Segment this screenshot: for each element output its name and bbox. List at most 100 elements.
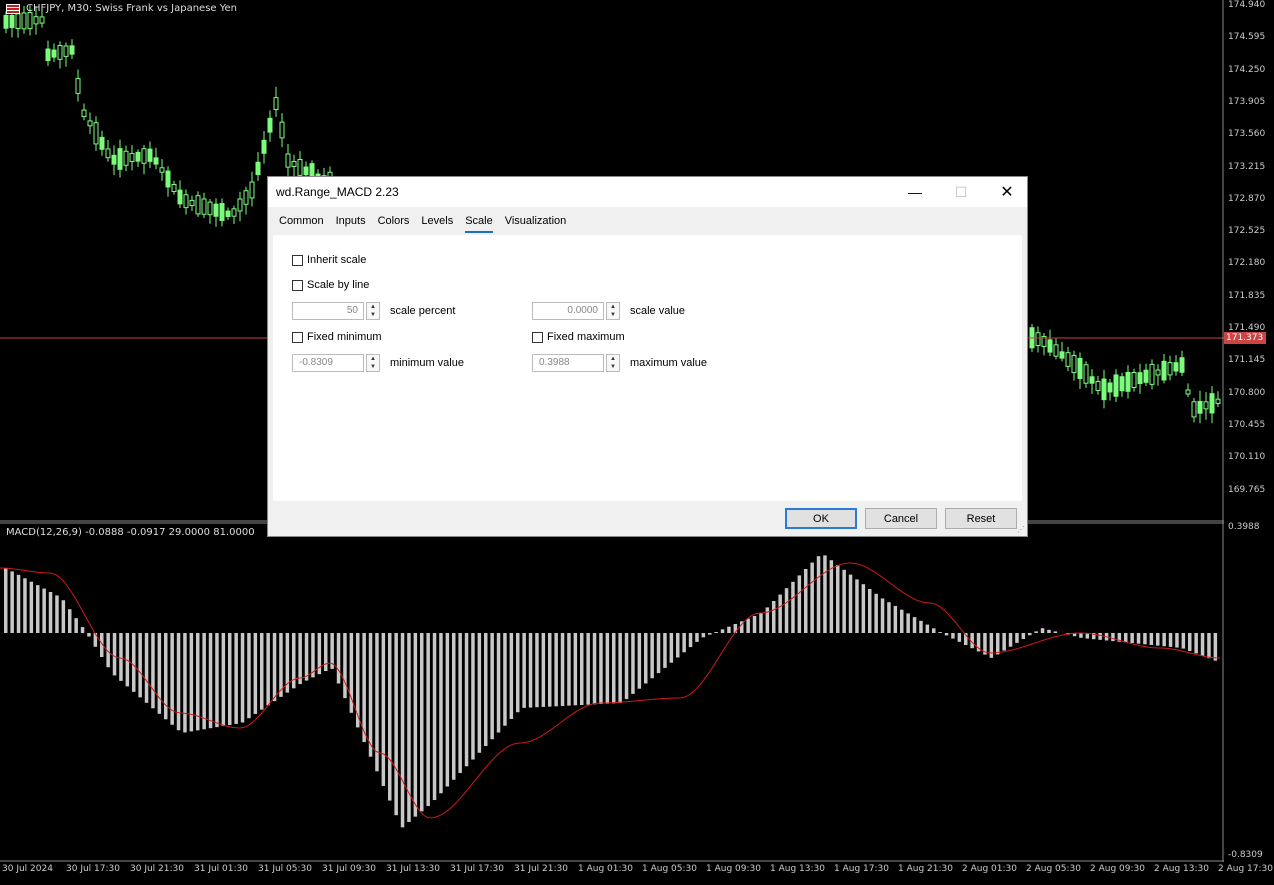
reset-button[interactable]: Reset: [945, 508, 1017, 529]
tab-common[interactable]: Common: [273, 211, 330, 233]
maximum-value-stepper[interactable]: ▲ ▼: [606, 354, 620, 372]
time-tick-label: 1 Aug 05:30: [642, 864, 697, 874]
inherit-scale-checkbox[interactable]: [292, 254, 303, 266]
tab-bar: Common Inputs Colors Levels Scale Visual…: [273, 211, 572, 233]
candle-body: [1047, 339, 1053, 353]
histogram-bar: [432, 633, 437, 801]
price-scale[interactable]: 174.940 174.595 174.250 173.905 173.560 173.2…: [1224, 0, 1274, 860]
histogram-bar: [221, 633, 226, 727]
scale-percent-stepper[interactable]: ▲ ▼: [366, 302, 380, 320]
scale-value-stepper[interactable]: ▲ ▼: [606, 302, 620, 320]
histogram-bar: [861, 584, 866, 633]
histogram-bar: [1021, 633, 1026, 640]
tab-inputs[interactable]: Inputs: [330, 211, 372, 233]
candle-body: [87, 120, 93, 127]
histogram-bar: [36, 585, 40, 633]
fixed-maximum-checkbox[interactable]: [532, 331, 543, 343]
histogram-bar: [912, 617, 917, 633]
time-tick-label: 2 Aug 13:30: [1154, 864, 1209, 874]
histogram-bar: [727, 626, 731, 633]
histogram-bar: [362, 633, 366, 743]
candle-body: [267, 117, 273, 133]
tab-levels[interactable]: Levels: [415, 211, 459, 233]
down-arrow-icon[interactable]: ▼: [367, 363, 379, 371]
down-arrow-icon[interactable]: ▼: [607, 363, 619, 371]
fixed-minimum-checkbox[interactable]: [292, 331, 303, 343]
histogram-bar: [688, 633, 693, 648]
histogram-bar: [138, 633, 142, 698]
maximum-value-input[interactable]: 0.3988: [532, 354, 604, 372]
candle-body: [1065, 352, 1071, 367]
histogram-bar: [1098, 633, 1102, 640]
candle-body: [33, 16, 39, 25]
up-arrow-icon[interactable]: ▲: [607, 355, 619, 363]
candle-body: [9, 15, 15, 28]
inherit-scale-row[interactable]: Inherit scale: [292, 254, 366, 266]
histogram-bar: [496, 633, 501, 733]
histogram-bar: [183, 633, 187, 733]
cancel-button[interactable]: Cancel: [865, 508, 937, 529]
histogram-bar: [944, 633, 949, 636]
histogram-bar: [676, 633, 680, 658]
price-tick-label: 172.180: [1228, 258, 1266, 269]
time-tick-label: 2 Aug 05:30: [1026, 864, 1081, 874]
histogram-bar: [682, 633, 686, 653]
tab-scale[interactable]: Scale: [459, 211, 499, 233]
scale-percent-input[interactable]: 50: [292, 302, 364, 320]
maximize-button[interactable]: ☐: [938, 177, 984, 207]
candle-body: [225, 210, 231, 217]
candle-body: [1137, 372, 1143, 385]
price-tick-label: 173.215: [1228, 161, 1266, 172]
up-arrow-icon[interactable]: ▲: [607, 303, 619, 311]
time-tick-label: 31 Jul 09:30: [322, 864, 376, 874]
time-tick-label: 31 Jul 17:30: [450, 864, 504, 874]
resize-grip-icon[interactable]: ⋰: [1017, 526, 1025, 534]
histogram-bar: [240, 633, 245, 723]
ok-button[interactable]: OK: [785, 508, 857, 529]
histogram-bar: [16, 574, 21, 633]
up-arrow-icon[interactable]: ▲: [367, 355, 379, 363]
candle-body: [243, 190, 249, 205]
candle-body: [291, 161, 297, 167]
time-tick-label: 1 Aug 01:30: [578, 864, 633, 874]
up-arrow-icon[interactable]: ▲: [367, 303, 379, 311]
histogram-bar: [612, 633, 616, 704]
tab-visualization[interactable]: Visualization: [499, 211, 573, 233]
candle-body: [1101, 378, 1107, 401]
down-arrow-icon[interactable]: ▼: [367, 311, 379, 319]
candle-body: [273, 97, 279, 111]
histogram-bar: [656, 633, 661, 674]
histogram-bar: [413, 633, 418, 817]
down-arrow-icon[interactable]: ▼: [607, 311, 619, 319]
close-button[interactable]: ✕: [984, 177, 1030, 207]
price-tick-label: 172.870: [1228, 193, 1266, 204]
candle-body: [183, 194, 189, 209]
histogram-bar: [471, 633, 475, 760]
minimum-value-input[interactable]: -0.8309: [292, 354, 364, 372]
histogram-bar: [848, 574, 853, 633]
histogram-bar: [87, 633, 91, 637]
histogram-bar: [880, 598, 885, 633]
histogram-bar: [816, 556, 821, 633]
time-scale[interactable]: 30 Jul 2024 30 Jul 17:30 30 Jul 21:30 31 Ju…: [0, 862, 1273, 882]
minimum-value-stepper[interactable]: ▲ ▼: [366, 354, 380, 372]
scale-value-input[interactable]: 0.0000: [532, 302, 604, 320]
histogram-bar: [208, 633, 213, 729]
candle-body: [237, 198, 243, 212]
dialog-titlebar[interactable]: wd.Range_MACD 2.23 — ☐ ✕: [268, 177, 1027, 207]
scale-by-line-row[interactable]: Scale by line: [292, 279, 369, 291]
candle-body: [21, 12, 27, 30]
scale-by-line-checkbox[interactable]: [292, 279, 303, 291]
tab-colors[interactable]: Colors: [372, 211, 416, 233]
minimum-value-label: minimum value: [390, 357, 464, 369]
fixed-maximum-row[interactable]: Fixed maximum: [532, 331, 625, 343]
candle-body: [303, 166, 309, 176]
minimize-button[interactable]: —: [892, 177, 938, 207]
histogram-bar: [1175, 633, 1179, 648]
histogram-bar: [55, 595, 59, 633]
histogram-bar: [381, 633, 386, 786]
scale-value-row: 0.0000 ▲ ▼ scale value: [532, 302, 685, 320]
candle-body: [129, 153, 135, 162]
histogram-bar: [618, 633, 622, 704]
fixed-minimum-row[interactable]: Fixed minimum: [292, 331, 382, 343]
